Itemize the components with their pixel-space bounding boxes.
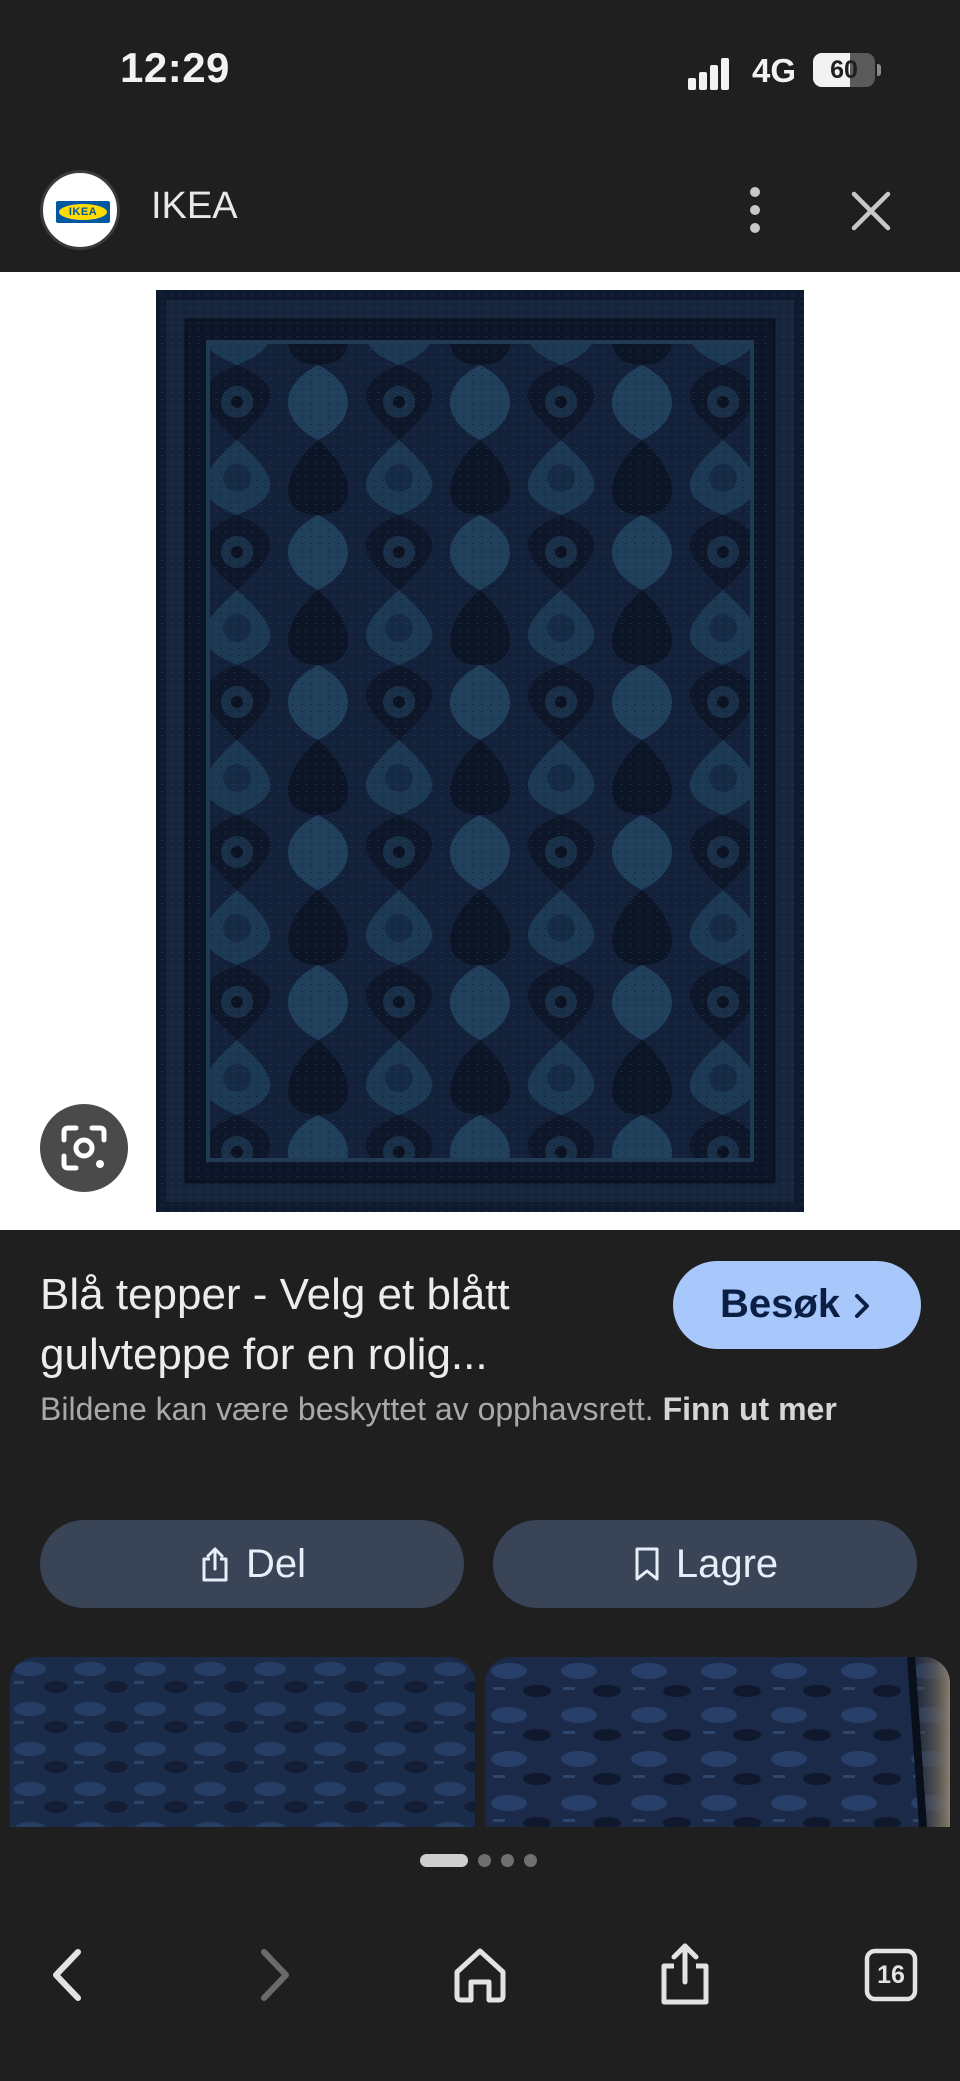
visit-label: Besøk xyxy=(720,1282,841,1326)
pagination-dot xyxy=(524,1854,537,1867)
pagination-dot xyxy=(501,1854,514,1867)
copyright-text: Bildene kan være beskyttet av opphavsret… xyxy=(40,1391,654,1427)
related-thumbnail[interactable] xyxy=(485,1657,950,1827)
pagination-dots xyxy=(420,1852,540,1868)
site-header: IKEA IKEA xyxy=(0,160,960,272)
pagination-dot xyxy=(478,1854,491,1867)
share-button[interactable]: Del xyxy=(40,1520,464,1608)
home-icon[interactable] xyxy=(445,1940,515,2010)
cellular-signal-icon xyxy=(688,58,729,90)
pagination-dot-active xyxy=(420,1854,468,1867)
related-rug-image xyxy=(10,1657,475,1827)
logo-text: IKEA xyxy=(68,206,98,218)
chevron-right-icon xyxy=(855,1294,869,1318)
image-viewer-page: 12:29 4G 60 IKEA IKEA Blå tepper - Velg … xyxy=(0,0,960,2081)
share-icon[interactable] xyxy=(650,1940,720,2010)
save-label: Lagre xyxy=(675,1541,779,1586)
share-label: Del xyxy=(245,1541,307,1586)
lens-button[interactable] xyxy=(40,1104,128,1192)
result-title[interactable]: Blå tepper - Velg et blått gulvteppe for… xyxy=(40,1265,640,1385)
forward-icon[interactable] xyxy=(238,1940,308,2010)
status-time: 12:29 xyxy=(120,44,230,91)
save-button[interactable]: Lagre xyxy=(493,1520,917,1608)
battery-icon: 60 xyxy=(813,53,881,87)
related-rug-image xyxy=(485,1657,950,1827)
close-icon[interactable] xyxy=(846,186,896,236)
tabs-button[interactable]: 16 xyxy=(856,1940,926,2010)
learn-more-link[interactable]: Finn ut mer xyxy=(663,1391,837,1427)
bookmark-icon xyxy=(635,1547,659,1581)
related-thumbnail[interactable] xyxy=(10,1657,475,1827)
hero-image[interactable] xyxy=(0,272,960,1230)
site-logo[interactable]: IKEA xyxy=(40,170,120,250)
tabs-count: 16 xyxy=(877,1961,905,1989)
lens-icon xyxy=(61,1125,107,1171)
rug-image xyxy=(156,290,804,1212)
status-bar: 12:29 4G 60 xyxy=(0,0,960,140)
more-vert-icon[interactable] xyxy=(735,180,775,240)
network-type: 4G xyxy=(752,52,797,89)
share-icon xyxy=(202,1547,228,1582)
site-name[interactable]: IKEA xyxy=(151,185,238,228)
battery-level: 60 xyxy=(830,56,858,84)
visit-button[interactable]: Besøk xyxy=(673,1261,921,1349)
browser-toolbar: 16 xyxy=(0,1880,960,2081)
back-icon[interactable] xyxy=(34,1940,104,2010)
copyright-notice: Bildene kan være beskyttet av opphavsret… xyxy=(40,1386,920,1432)
